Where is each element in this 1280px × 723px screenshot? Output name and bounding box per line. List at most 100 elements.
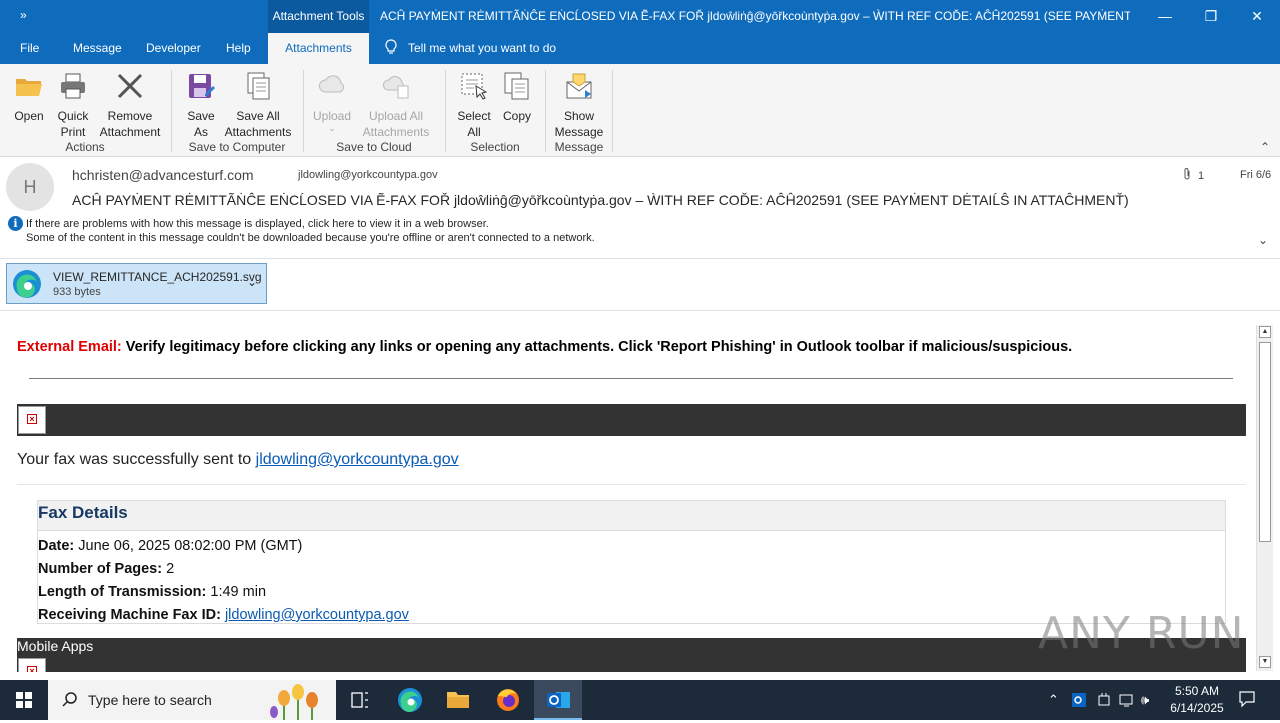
chevron-down-icon: ⌄ [328,123,336,133]
view-in-browser-notice[interactable]: If there are problems with how this mess… [26,218,489,230]
group-save-to-cloud-label: Save to Cloud [336,140,412,154]
maximize-button[interactable]: ❐ [1188,0,1234,33]
fax-pages-value: 2 [162,561,175,577]
save-all-attachments-button[interactable]: Save All Attachments [222,70,294,140]
collapse-ribbon-icon[interactable]: ⌃ [1260,140,1270,154]
firefox-icon [497,689,519,711]
clock-time: 5:50 AM [1174,684,1220,698]
outlook-icon [547,692,570,708]
task-view-icon [351,692,368,708]
message-header: H hchristen@advancesturf.com jldowling@y… [0,157,1280,259]
fax-pages-label: Number of Pages: [38,561,163,577]
clock-date: 6/14/2025 [1170,701,1224,715]
divider [17,484,1246,485]
attachment-item[interactable]: VIEW_REMITTANCE_ACH202591.svg 933 bytes … [6,263,267,304]
quick-access-toolbar-icon[interactable]: » [20,8,27,22]
fax-date-row: Date: June 06, 2025 08:02:00 PM (GMT) [38,538,302,554]
taskbar-file-explorer[interactable] [434,680,482,720]
fax-details-header: Fax Details [38,501,1225,531]
fax-id-link[interactable]: jldowling@yorkcountypa.gov [225,607,409,623]
upload-all-button[interactable]: Upload All Attachments [358,70,434,140]
select-all-button[interactable]: Select All [454,70,494,140]
copy-icon [504,72,529,100]
chevron-down-icon[interactable]: ⌄ [247,275,257,289]
chevron-up-icon[interactable]: ⌃ [1048,692,1059,708]
taskbar: Type here to search ⌃ 🕪 5:50 AM 6/14/202… [0,680,1280,720]
header-banner: × [17,404,1246,436]
attachment-bar: VIEW_REMITTANCE_ACH202591.svg 933 bytes … [0,259,1280,311]
save-as-label: Save As [187,109,215,139]
ribbon-tabs: File Message Developer Help Attachments … [0,33,1280,64]
recipient-link[interactable]: jldowling@yorkcountypa.gov [256,451,459,468]
taskbar-firefox[interactable] [484,680,532,720]
lightbulb-icon [385,39,397,54]
info-icon: i [8,216,23,231]
folder-icon [447,692,469,708]
fax-date-label: Date: [38,538,75,554]
message-date: Fri 6/6 [1240,169,1272,181]
folder-open-icon [16,79,42,96]
show-message-label: Show Message [554,109,604,139]
vertical-scrollbar[interactable]: ▲ ▼ [1256,325,1273,671]
remove-attachment-button[interactable]: Remove Attachment [96,70,164,140]
show-message-button[interactable]: Show Message [552,70,606,140]
minimize-button[interactable]: — [1142,0,1188,33]
taskbar-search[interactable]: Type here to search [48,680,336,720]
scroll-thumb[interactable] [1259,342,1271,542]
open-label: Open [14,109,44,123]
broken-image-icon: × [18,406,46,434]
tab-developer[interactable]: Developer [136,33,211,64]
fax-length-row: Length of Transmission: 1:49 min [38,584,266,600]
copy-button[interactable]: Copy [500,70,534,124]
chevron-down-icon[interactable]: ⌄ [1258,233,1268,247]
start-button[interactable] [0,680,48,720]
save-as-button[interactable]: Save As [183,70,219,140]
anyrun-watermark-logo: ANY RUN [1038,608,1245,659]
quick-print-label: Quick Print [57,109,89,139]
recipient-address[interactable]: jldowling@yorkcountypa.gov [298,169,438,181]
windows-logo-icon [16,692,32,708]
fax-pages-row: Number of Pages: 2 [38,561,174,577]
attachment-size: 933 bytes [53,286,101,298]
cloud-upload-icon [319,75,344,93]
fax-date-value: June 06, 2025 08:02:00 PM (GMT) [74,538,303,554]
external-email-banner: External Email: Verify legitimacy before… [17,339,1072,355]
network-icon[interactable] [1118,692,1136,711]
remove-attachment-label: Remove Attachment [99,109,161,139]
notifications-icon[interactable] [1238,690,1256,711]
tab-message[interactable]: Message [63,33,132,64]
close-button[interactable]: ✕ [1234,0,1280,33]
group-actions-label: Actions [65,140,105,154]
tab-help[interactable]: Help [216,33,261,64]
upload-button[interactable]: Upload ⌄ [310,70,354,133]
usb-icon [1098,693,1110,706]
remove-x-icon [117,73,143,99]
printer-icon [61,73,85,99]
sender-address[interactable]: hchristen@advancesturf.com [72,167,254,183]
copy-label: Copy [502,109,531,123]
search-placeholder: Type here to search [88,692,212,708]
open-button[interactable]: Open [8,70,50,124]
devices-tray-icon[interactable] [1097,692,1111,711]
task-view-button[interactable] [336,680,384,720]
taskbar-edge[interactable] [386,680,434,720]
chat-bubble-icon [1239,691,1255,708]
group-message-label: Message [554,140,604,154]
volume-icon[interactable]: 🕪 [1141,692,1149,708]
taskbar-outlook[interactable] [534,680,582,720]
fax-details-title: Fax Details [38,503,128,522]
fax-details-box: Fax Details Date: June 06, 2025 08:02:00… [37,500,1226,624]
system-clock[interactable]: 5:50 AM 6/14/2025 [1164,683,1230,717]
scroll-down-arrow-icon[interactable]: ▼ [1259,656,1271,668]
tab-attachments[interactable]: Attachments [268,33,369,64]
upload-all-label: Upload All Attachments [362,109,430,139]
window-title: ACĤ PAYṀENT RĖMITTÃṄĈE EṄCĹOSED VIA Ẽ-FA… [380,9,1130,23]
tab-file[interactable]: File [10,33,49,64]
quick-print-button[interactable]: Quick Print [54,70,92,140]
scroll-up-arrow-icon[interactable]: ▲ [1259,326,1271,338]
group-save-to-computer-label: Save to Computer [188,140,286,154]
avatar: H [6,163,54,211]
external-email-text: Verify legitimacy before clicking any li… [121,339,1073,355]
tell-me-search[interactable]: Tell me what you want to do [384,33,556,64]
outlook-tray-icon[interactable] [1071,692,1087,711]
